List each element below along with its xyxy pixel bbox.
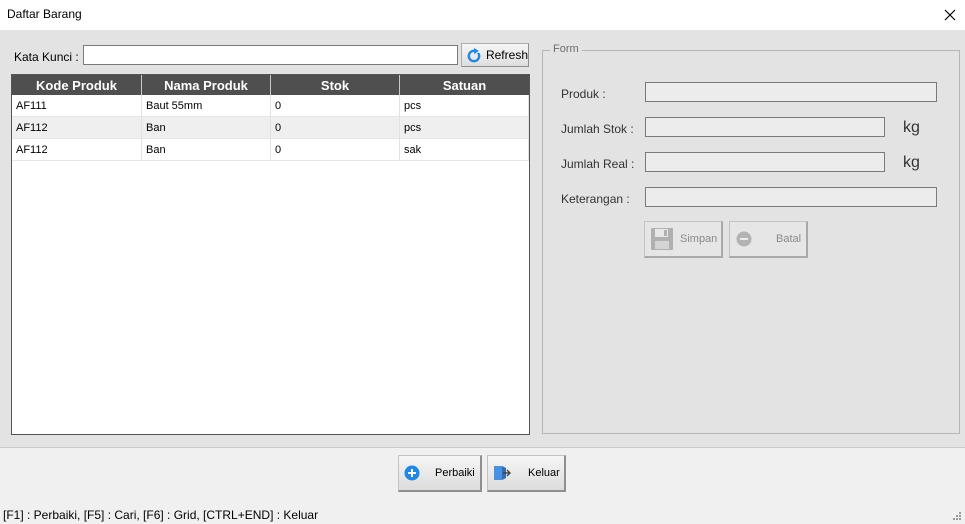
jumlah-stok-label: Jumlah Stok : — [561, 122, 634, 136]
cell-satuan: pcs — [400, 117, 529, 139]
cell-satuan: sak — [400, 139, 529, 161]
resize-grip-icon[interactable] — [953, 512, 962, 521]
divider — [0, 447, 965, 448]
product-grid[interactable]: Kode Produk Nama Produk Stok Satuan AF11… — [11, 74, 530, 435]
column-header-stok[interactable]: Stok — [271, 75, 400, 95]
column-header-kode-produk[interactable]: Kode Produk — [12, 75, 142, 95]
column-header-satuan[interactable]: Satuan — [400, 75, 529, 95]
table-row[interactable]: AF112 Ban 0 pcs — [12, 117, 529, 139]
perbaiki-label: Perbaiki — [435, 467, 475, 479]
cell-kode-produk: AF112 — [12, 139, 142, 161]
refresh-button[interactable]: Refresh — [461, 43, 529, 67]
batal-button[interactable]: Batal — [729, 221, 808, 258]
form-legend: Form — [550, 43, 582, 55]
keluar-label: Keluar — [528, 467, 560, 479]
jumlah-stok-field[interactable] — [645, 117, 885, 137]
close-icon — [944, 9, 956, 21]
keterangan-field[interactable] — [645, 187, 937, 207]
table-row[interactable]: AF111 Baut 55mm 0 pcs — [12, 95, 529, 117]
cell-nama-produk: Baut 55mm — [142, 95, 271, 117]
produk-label: Produk : — [561, 87, 606, 101]
table-row[interactable]: AF112 Ban 0 sak — [12, 139, 529, 161]
column-header-nama-produk[interactable]: Nama Produk — [142, 75, 271, 95]
cancel-icon — [736, 231, 752, 247]
keterangan-label: Keterangan : — [561, 192, 630, 206]
search-label: Kata Kunci : — [14, 50, 79, 64]
status-bar-shortcuts: [F1] : Perbaiki, [F5] : Cari, [F6] : Gri… — [3, 508, 319, 522]
save-icon — [651, 228, 673, 250]
add-circle-icon — [404, 465, 420, 481]
refresh-label: Refresh — [485, 48, 528, 62]
simpan-button[interactable]: Simpan — [644, 221, 723, 258]
cell-kode-produk: AF112 — [12, 117, 142, 139]
cell-stok: 0 — [271, 117, 400, 139]
produk-field[interactable] — [645, 82, 937, 102]
simpan-label: Simpan — [680, 233, 718, 245]
cell-nama-produk: Ban — [142, 117, 271, 139]
grid-body: AF111 Baut 55mm 0 pcs AF112 Ban 0 pcs AF… — [12, 95, 529, 161]
jumlah-real-label: Jumlah Real : — [561, 157, 635, 171]
cell-nama-produk: Ban — [142, 139, 271, 161]
jumlah-stok-unit: kg — [903, 119, 920, 136]
close-button[interactable] — [935, 0, 965, 30]
cell-stok: 0 — [271, 95, 400, 117]
refresh-icon — [467, 47, 481, 63]
window-title: Daftar Barang — [7, 7, 82, 21]
title-bar: Daftar Barang — [0, 0, 965, 30]
main-panel: Kata Kunci : Refresh Kode Produk Nama Pr… — [0, 30, 965, 447]
jumlah-real-field[interactable] — [645, 152, 885, 172]
cell-kode-produk: AF111 — [12, 95, 142, 117]
exit-icon — [494, 466, 511, 480]
perbaiki-button[interactable]: Perbaiki — [398, 455, 482, 492]
cell-satuan: pcs — [400, 95, 529, 117]
cell-stok: 0 — [271, 139, 400, 161]
batal-label: Batal — [776, 233, 802, 245]
search-input[interactable] — [83, 45, 458, 65]
keluar-button[interactable]: Keluar — [487, 455, 566, 492]
grid-header: Kode Produk Nama Produk Stok Satuan — [12, 75, 529, 95]
jumlah-real-unit: kg — [903, 154, 920, 171]
